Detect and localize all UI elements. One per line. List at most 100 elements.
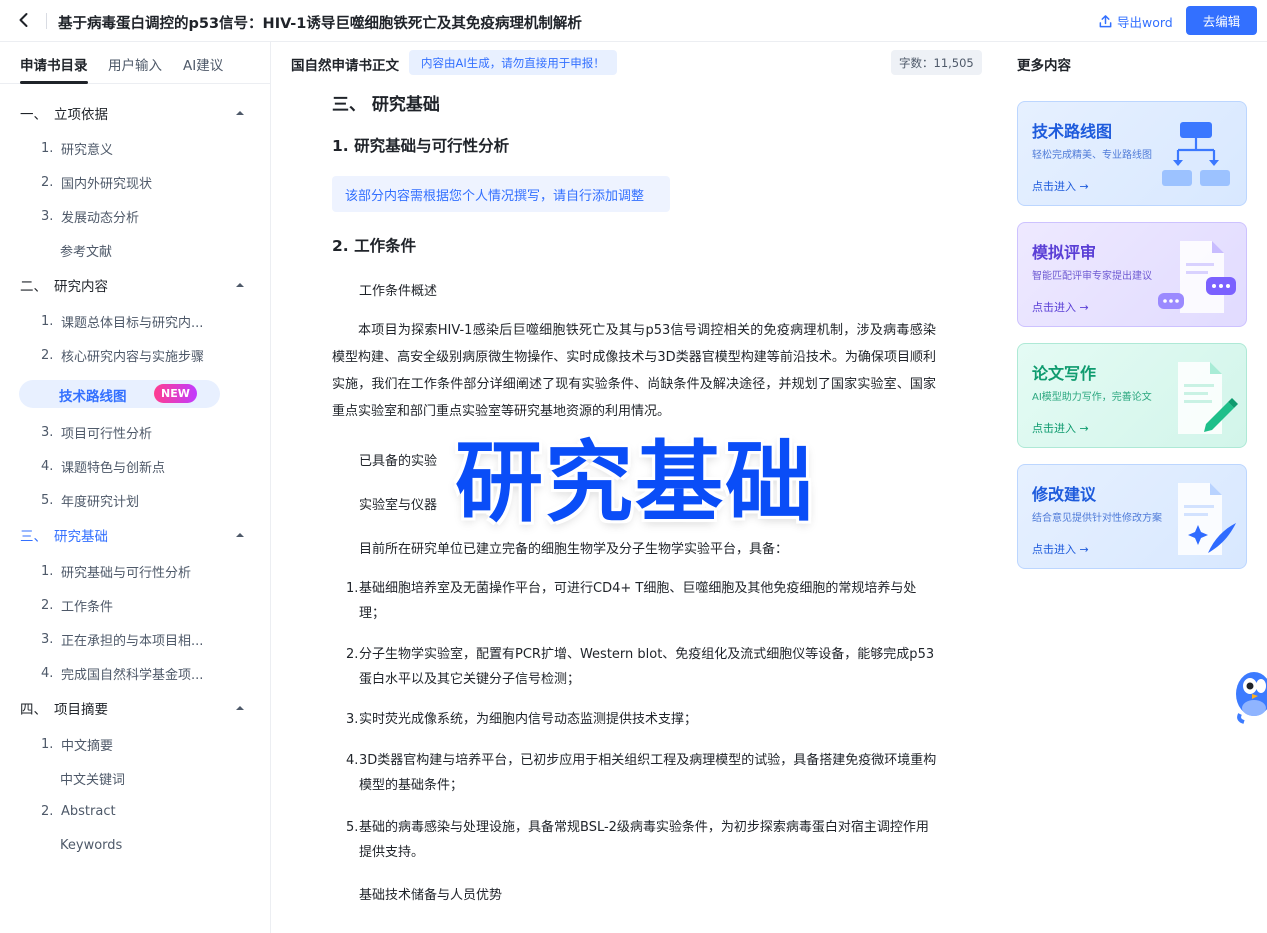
item-number: 2.	[41, 597, 54, 613]
card-title: 技术路线图	[1032, 122, 1113, 141]
item-number: 1.	[41, 140, 54, 156]
collapse-caret-icon[interactable]	[234, 279, 246, 291]
tab-user-input[interactable]: 用户输入	[108, 54, 162, 74]
export-label: 导出word	[1117, 14, 1173, 30]
toc-item[interactable]: 参考文献	[60, 239, 112, 261]
toc-item[interactable]: 4. 完成国自然科学基金项...	[41, 662, 203, 684]
toc-item[interactable]: 1. 课题总体目标与研究内...	[41, 310, 203, 332]
toc-item[interactable]: 2. 工作条件	[41, 594, 113, 616]
item-label: 研究意义	[61, 142, 114, 158]
item-label: 研究基础与可行性分析	[61, 565, 192, 581]
divider	[46, 13, 47, 29]
word-count-badge: 字数：11,505	[891, 50, 982, 75]
toc-item[interactable]: 5. 年度研究计划	[41, 489, 139, 511]
document-sparkle-icon	[1178, 483, 1236, 555]
toc-item[interactable]: 1. 研究意义	[41, 137, 113, 159]
toc-item[interactable]: 2. 国内外研究现状	[41, 171, 152, 193]
section-number: 四、	[20, 702, 47, 718]
collapse-caret-icon[interactable]	[234, 702, 246, 714]
item-number: 1.	[41, 313, 54, 329]
list-item: 4. 3D类器官构建与培养平台，已初步应用于相关组织工程及病理模型的试验，具备搭建…	[346, 748, 939, 798]
assistant-mascot-icon[interactable]	[1234, 664, 1267, 724]
toc-item[interactable]: 1. 研究基础与可行性分析	[41, 560, 191, 582]
toc-item[interactable]: 4. 课题特色与创新点	[41, 455, 165, 477]
item-number: 3.	[41, 631, 54, 647]
item-label: 项目可行性分析	[61, 426, 153, 442]
subsection-heading: 2. 工作条件	[332, 237, 417, 255]
card-title: 模拟评审	[1032, 243, 1097, 262]
toc-item[interactable]: Keywords	[60, 834, 122, 856]
item-label: 参考文献	[60, 244, 113, 260]
review-chat-icon	[1158, 241, 1236, 313]
section-content[interactable]: 二、 研究内容	[20, 274, 108, 296]
tab-ai-suggestions[interactable]: AI建议	[183, 54, 223, 74]
tab-outline[interactable]: 申请书目录	[20, 54, 88, 74]
edit-button[interactable]: 去编辑	[1186, 6, 1257, 35]
item-label: 中文关键词	[60, 772, 126, 788]
section-label: 研究基础	[54, 529, 108, 545]
toc-item[interactable]: 3. 发展动态分析	[41, 205, 139, 227]
card-link[interactable]: 点击进入 →	[1032, 420, 1089, 436]
item-label: 完成国自然科学基金项...	[61, 667, 204, 683]
top-bar: 基于病毒蛋白调控的p53信号：HIV-1诱导巨噬细胞铁死亡及其免疫病理机制解析 …	[0, 0, 1267, 42]
card-revision-suggestions[interactable]: 修改建议 结合意见提供针对性修改方案 点击进入 →	[1017, 464, 1247, 569]
back-arrow-icon[interactable]	[14, 10, 34, 30]
section-basis[interactable]: 一、 立项依据	[20, 102, 108, 124]
collapse-caret-icon[interactable]	[234, 529, 246, 541]
card-link[interactable]: 点击进入 →	[1032, 178, 1089, 194]
collapse-caret-icon[interactable]	[234, 107, 246, 119]
toc-item[interactable]: 1. 中文摘要	[41, 733, 113, 755]
toc-item[interactable]: 2. 核心研究内容与实施步骤	[41, 344, 204, 366]
list-item: 5. 基础的病毒感染与处理设施，具备常规BSL-2级病毒实验条件，为初步探索病毒蛋…	[346, 815, 939, 865]
document-title: 基于病毒蛋白调控的p53信号：HIV-1诱导巨噬细胞铁死亡及其免疫病理机制解析	[58, 16, 582, 32]
item-label: 课题特色与创新点	[61, 460, 166, 476]
section-label: 项目摘要	[54, 702, 108, 718]
list-item: 2. 分子生物学实验室，配置有PCR扩增、Western blot、免疫组化及流式…	[346, 642, 939, 692]
item-label: 中文摘要	[61, 738, 114, 754]
card-description: 轻松完成精美、专业路线图	[1032, 150, 1152, 161]
section-number: 一、	[20, 107, 47, 123]
card-title: 修改建议	[1032, 485, 1097, 504]
list-text: 基础细胞培养室及无菌操作平台，可进行CD4+ T细胞、巨噬细胞及其他免疫细胞的常…	[359, 581, 917, 621]
export-icon	[1099, 14, 1112, 27]
list-number: 1.	[346, 581, 359, 596]
card-roadmap[interactable]: 技术路线图 轻松完成精美、专业路线图 点击进入 →	[1017, 101, 1247, 206]
item-number: 2.	[41, 347, 54, 363]
item-label: 课题总体目标与研究内...	[61, 315, 204, 331]
card-mock-review[interactable]: 模拟评审 智能匹配评审专家提出建议 点击进入 →	[1017, 222, 1247, 327]
item-label: 正在承担的与本项目相...	[61, 633, 204, 649]
card-link[interactable]: 点击进入 →	[1032, 299, 1089, 315]
export-word-button[interactable]: 导出word	[1098, 12, 1173, 30]
document-section-title: 国自然申请书正文	[291, 58, 399, 74]
card-paper-writing[interactable]: 论文写作 AI模型助力写作，完善论文 点击进入 →	[1017, 343, 1247, 448]
section-research-foundation[interactable]: 三、 研究基础	[20, 524, 108, 546]
outline-sidebar: 申请书目录 用户输入 AI建议 一、 立项依据 1. 研究意义 2. 国内外研究现状…	[0, 42, 271, 933]
panel-title: 更多内容	[1017, 58, 1071, 74]
toc-item[interactable]: 中文关键词	[60, 767, 125, 789]
toc-item[interactable]: 2. Abstract	[41, 800, 116, 822]
item-label: 工作条件	[61, 599, 114, 615]
ai-generated-notice: 内容由AI生成，请勿直接用于申报！	[409, 50, 617, 75]
paragraph-label: 已具备的实验	[359, 454, 438, 469]
paragraph-label: 工作条件概述	[359, 284, 438, 299]
item-number: 3.	[41, 424, 54, 440]
document-pen-icon	[1178, 362, 1238, 434]
item-label: 国内外研究现状	[61, 176, 153, 192]
overlay-title: 研究基础	[454, 430, 815, 534]
section-heading: 三、 研究基础	[332, 95, 440, 115]
sidebar-tabs: 申请书目录 用户输入 AI建议	[0, 42, 270, 84]
toc-item[interactable]: 3. 项目可行性分析	[41, 421, 152, 443]
paragraph-label: 实验室与仪器	[359, 498, 438, 513]
roadmap-label: 技术路线图	[59, 389, 127, 405]
new-badge: NEW	[154, 384, 197, 403]
section-summary[interactable]: 四、 项目摘要	[20, 697, 108, 719]
item-number: 5.	[41, 492, 54, 508]
list-number: 4.	[346, 753, 359, 768]
section-label: 立项依据	[54, 107, 108, 123]
item-number: 1.	[41, 736, 54, 752]
sidebar-item-roadmap[interactable]: 技术路线图 NEW	[19, 380, 220, 408]
paragraph-label: 基础技术储备与人员优势	[359, 888, 503, 903]
toc-item[interactable]: 3. 正在承担的与本项目相...	[41, 628, 203, 650]
card-link[interactable]: 点击进入 →	[1032, 541, 1089, 557]
list-text: 实时荧光成像系统，为细胞内信号动态监测提供技术支撑；	[359, 712, 698, 727]
